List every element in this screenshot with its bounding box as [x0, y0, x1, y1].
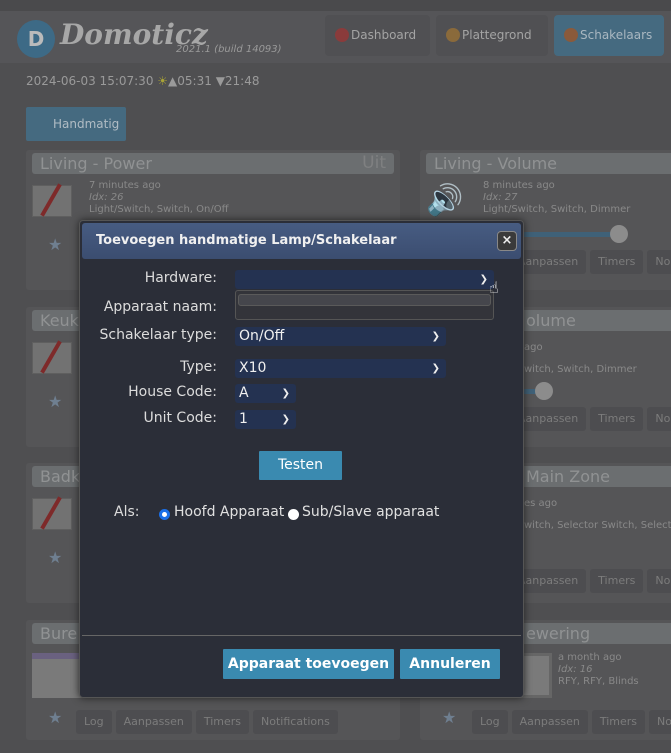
favorite-star-icon[interactable]: ★ [48, 708, 62, 727]
add-device-button[interactable]: Apparaat toevoegen [223, 649, 394, 679]
last-update: a month ago [558, 652, 622, 663]
floorplan-icon [446, 28, 460, 42]
radio-sub-label[interactable]: Sub/Slave apparaat [302, 504, 439, 520]
notifications-button[interactable]: No [647, 407, 671, 431]
last-update: 8 minutes ago [483, 180, 555, 191]
favorite-star-icon[interactable]: ★ [48, 235, 62, 254]
device-type: RFY, RFY, Blinds [558, 676, 639, 687]
version: 2021.1 (build 14093) [176, 44, 282, 55]
switch-device-icon[interactable] [32, 342, 72, 374]
switch-device-icon[interactable] [32, 185, 72, 217]
slider-knob[interactable] [535, 382, 553, 400]
favorite-star-icon[interactable]: ★ [48, 392, 62, 411]
nav-schakelaars[interactable]: Schakelaars [554, 15, 664, 56]
house-code-label: House Code: [128, 384, 217, 400]
divider [82, 635, 521, 636]
nav-label: Plattegrond [462, 28, 532, 42]
hardware-label: Hardware: [144, 270, 217, 286]
nav-label: Schakelaars [580, 28, 653, 42]
device-name-label: Apparaat naam: [103, 299, 217, 315]
timers-button[interactable]: Timers [590, 250, 644, 274]
notifications-button[interactable]: No [647, 569, 671, 593]
edit-button[interactable]: Aanpassen [511, 710, 588, 734]
switch-device-icon[interactable] [32, 498, 72, 530]
hardware-select[interactable]: ❯ [235, 270, 494, 289]
status-line: 2024-06-03 15:07:30 ☀▲05:31 ▼21:48 [26, 74, 260, 88]
dropdown-option[interactable] [238, 294, 491, 306]
card-title: Living - Volume [426, 153, 671, 174]
device-idx: Idx: 16 [558, 664, 593, 675]
notifications-button[interactable]: Notifications [253, 710, 338, 734]
house-code-select[interactable]: A ❯ [235, 384, 296, 403]
card-status[interactable]: Uit [362, 153, 386, 174]
device-type: Light/Switch, Switch, On/Off [89, 204, 229, 215]
add-switch-dialog: Toevoegen handmatige Lamp/Schakelaar × H… [79, 220, 524, 698]
close-button[interactable]: × [497, 231, 517, 251]
star-icon [335, 28, 349, 42]
favorite-star-icon[interactable]: ★ [442, 708, 456, 727]
favorite-star-icon[interactable]: ★ [48, 548, 62, 567]
unit-code-select[interactable]: 1 ❯ [235, 410, 296, 429]
last-update: ago [524, 342, 543, 353]
chevron-down-icon: ❯ [431, 331, 440, 342]
notifications-button[interactable]: No [647, 250, 671, 274]
chevron-down-icon: ❯ [431, 363, 440, 374]
domoticz-logo-icon: D [17, 20, 55, 58]
sunrise: ▲05:31 [168, 74, 212, 88]
hardware-dropdown-list[interactable] [235, 290, 494, 320]
timers-button[interactable]: Timers [590, 407, 644, 431]
device-idx: Idx: 26 [89, 192, 124, 203]
dialog-title: Toevoegen handmatige Lamp/Schakelaar [96, 233, 397, 248]
radio-main-device[interactable] [159, 509, 170, 520]
nav-label: Dashboard [351, 28, 417, 42]
device-idx: Idx: 27 [483, 192, 518, 203]
hand-cursor-icon: ☝ [489, 278, 499, 297]
datetime: 2024-06-03 15:07:30 [26, 74, 154, 88]
top-strip [0, 0, 671, 11]
device-type: witch, Switch, Dimmer [524, 364, 637, 375]
timers-button[interactable]: Timers [590, 569, 644, 593]
as-label: Als: [114, 504, 140, 520]
speaker-icon[interactable]: 🔊 [426, 183, 463, 218]
type-select[interactable]: X10 ❯ [235, 359, 446, 378]
timers-button[interactable]: Timers [591, 710, 646, 734]
sunset: ▼21:48 [215, 74, 260, 88]
slider-knob[interactable] [610, 225, 628, 243]
type-label: Type: [180, 359, 217, 375]
blinds-icon[interactable] [32, 653, 82, 698]
chevron-down-icon: ❯ [281, 414, 290, 425]
last-update: es ago [524, 498, 558, 509]
manual-add-button[interactable]: Handmatig [26, 107, 126, 141]
test-button[interactable]: Testen [259, 451, 342, 480]
notifications-button[interactable]: No [649, 710, 671, 734]
last-update: 7 minutes ago [89, 180, 161, 191]
edit-button[interactable]: Aanpassen [115, 710, 192, 734]
log-button[interactable]: Log [76, 710, 112, 734]
chevron-down-icon: ❯ [281, 388, 290, 399]
nav-dashboard[interactable]: Dashboard [325, 15, 430, 56]
card-title: Living - Power Uit [32, 153, 394, 174]
timers-button[interactable]: Timers [195, 710, 250, 734]
device-type: Light/Switch, Switch, Dimmer [483, 204, 631, 215]
switch-type-label: Schakelaar type: [99, 327, 217, 343]
switch-type-select[interactable]: On/Off ❯ [235, 327, 446, 346]
radio-sub-device[interactable] [288, 509, 299, 520]
bulb-icon [564, 28, 578, 42]
chevron-down-icon: ❯ [479, 274, 488, 285]
unit-code-label: Unit Code: [143, 410, 217, 426]
sun-icon: ☀ [157, 74, 169, 88]
dialog-header: Toevoegen handmatige Lamp/Schakelaar × [82, 223, 521, 259]
device-type: witch, Selector Switch, Selector [524, 520, 671, 531]
log-button[interactable]: Log [472, 710, 508, 734]
cancel-button[interactable]: Annuleren [400, 649, 500, 679]
radio-main-label[interactable]: Hoofd Apparaat [174, 504, 284, 520]
nav-plattegrond[interactable]: Plattegrond [436, 15, 548, 56]
